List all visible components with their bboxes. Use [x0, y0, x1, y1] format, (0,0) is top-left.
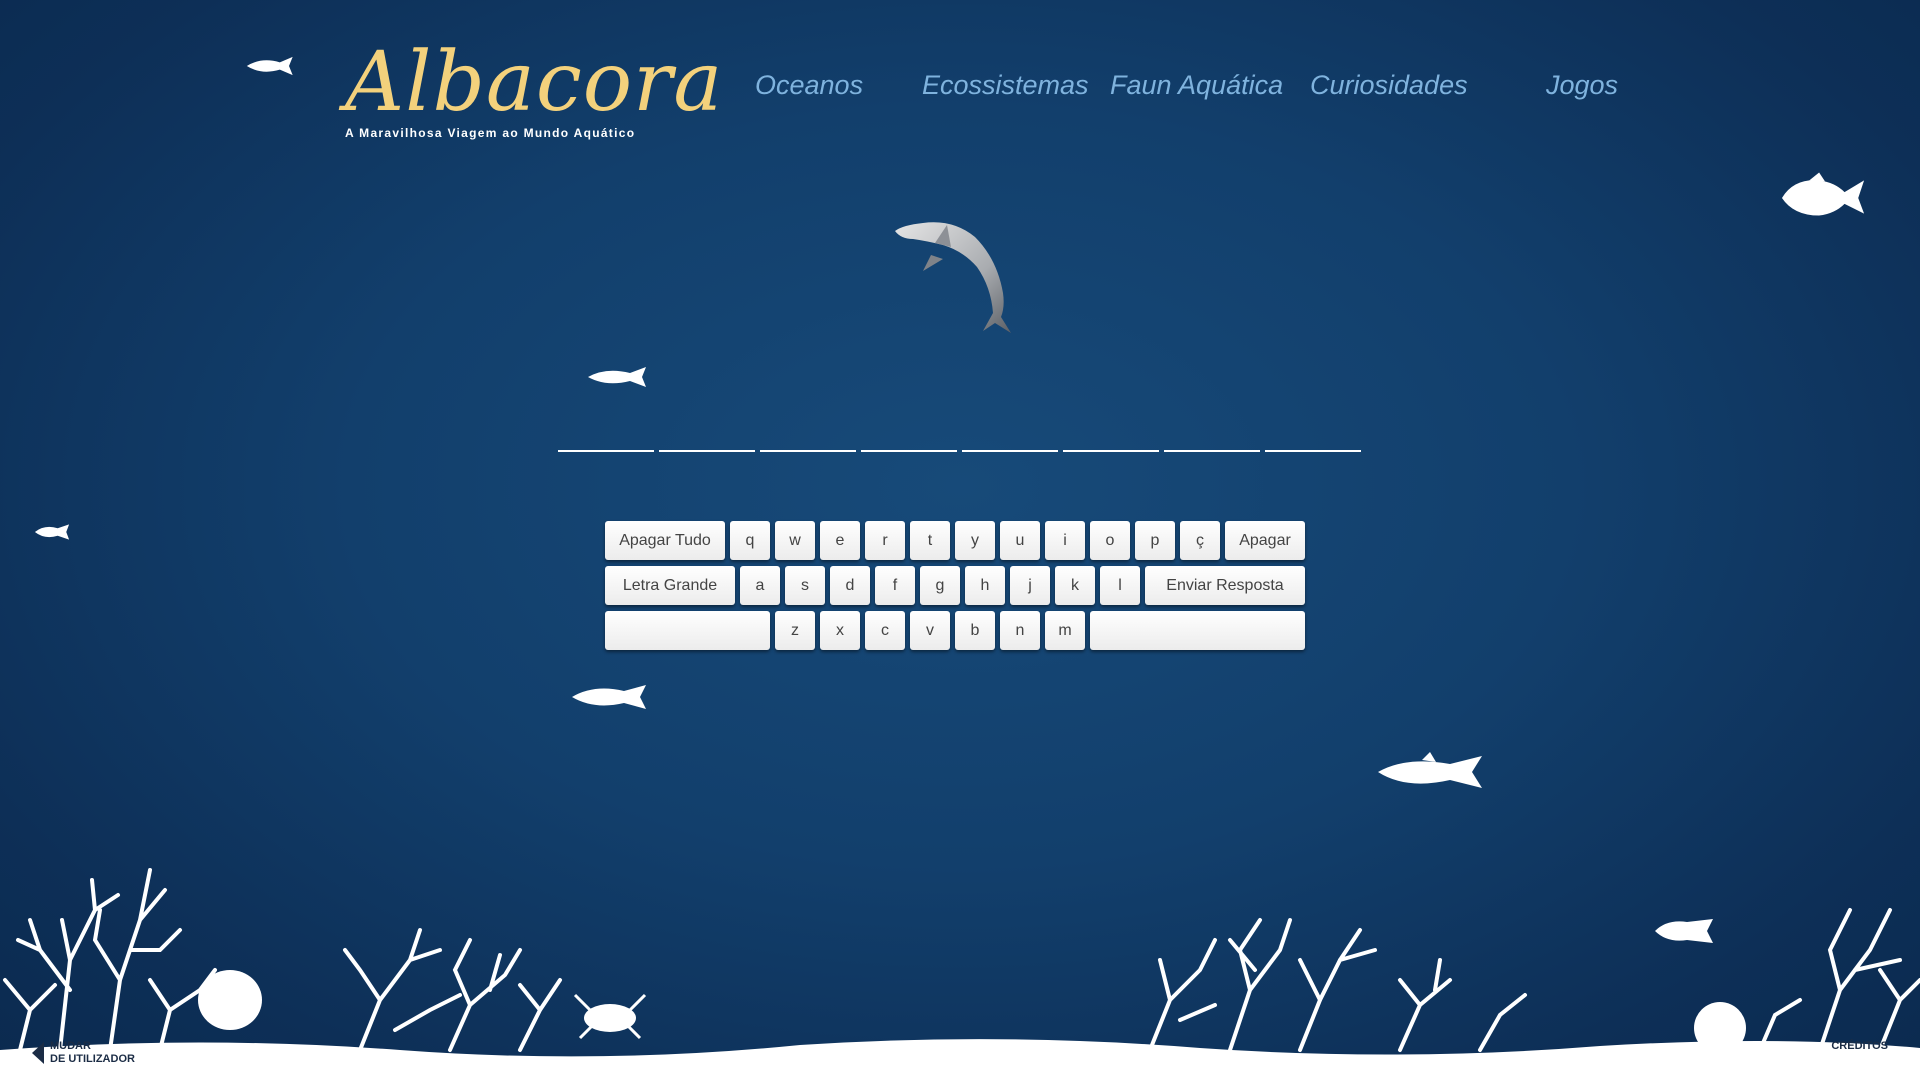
key-f[interactable]: f — [875, 566, 915, 605]
key-z[interactable]: z — [775, 611, 815, 650]
nav-item-jogos[interactable]: Jogos — [1546, 70, 1618, 101]
key-i[interactable]: i — [1045, 521, 1085, 560]
change-user-line2: DE UTILIZADOR — [50, 1053, 135, 1065]
key-u[interactable]: u — [1000, 521, 1040, 560]
key-q[interactable]: q — [730, 521, 770, 560]
key-k[interactable]: k — [1055, 566, 1095, 605]
key-e[interactable]: e — [820, 521, 860, 560]
key-g[interactable]: g — [920, 566, 960, 605]
key-l[interactable]: l — [1100, 566, 1140, 605]
on-screen-keyboard: Apagar Tudo q w e r t y u i o p ç Apagar… — [605, 521, 1305, 656]
key-t[interactable]: t — [910, 521, 950, 560]
letter-slot — [659, 450, 755, 452]
fish-icon — [572, 685, 646, 709]
nav-item-oceanos[interactable]: Oceanos — [755, 70, 863, 101]
dolphin-icon — [895, 222, 1011, 333]
nav-item-ecossistemas[interactable]: Ecossistemas — [922, 70, 1089, 101]
key-w[interactable]: w — [775, 521, 815, 560]
key-c-cedilla[interactable]: ç — [1180, 521, 1220, 560]
letter-slot — [558, 450, 654, 452]
delete-all-key[interactable]: Apagar Tudo — [605, 521, 725, 560]
key-a[interactable]: a — [740, 566, 780, 605]
change-user-label: MUDAR DE UTILIZADOR — [50, 1040, 135, 1066]
key-b[interactable]: b — [955, 611, 995, 650]
key-s[interactable]: s — [785, 566, 825, 605]
nav-item-fauna-aquatica[interactable]: Faun Aquática — [1110, 70, 1283, 101]
key-r[interactable]: r — [865, 521, 905, 560]
nav-item-curiosidades[interactable]: Curiosidades — [1310, 70, 1468, 101]
keyboard-row-3: z x c v b n m — [605, 611, 1305, 651]
key-m[interactable]: m — [1045, 611, 1085, 650]
key-y[interactable]: y — [955, 521, 995, 560]
fish-icon — [1781, 172, 1865, 216]
credits-link[interactable]: CRÉDITOS — [1831, 1040, 1888, 1052]
change-user-button[interactable]: MUDAR DE UTILIZADOR — [32, 1040, 135, 1066]
letter-slot — [962, 450, 1058, 452]
backspace-key[interactable]: Apagar — [1225, 521, 1305, 560]
shift-key[interactable]: Letra Grande — [605, 566, 735, 605]
seafloor-coral-illustration — [0, 868, 1920, 1080]
key-c[interactable]: c — [865, 611, 905, 650]
change-user-line1: MUDAR — [50, 1040, 91, 1052]
key-o[interactable]: o — [1090, 521, 1130, 560]
letter-slot — [1265, 450, 1361, 452]
logo-subtitle: A Maravilhosa Viagem ao Mundo Aquático — [345, 126, 636, 140]
key-d[interactable]: d — [830, 566, 870, 605]
letter-slot — [760, 450, 856, 452]
letter-slot — [1063, 450, 1159, 452]
key-v[interactable]: v — [910, 611, 950, 650]
submit-answer-key[interactable]: Enviar Resposta — [1145, 566, 1305, 605]
blank-key-right[interactable] — [1090, 611, 1305, 650]
fish-icon — [246, 56, 293, 76]
arrow-left-icon — [32, 1042, 44, 1064]
fish-icon — [34, 524, 70, 540]
key-n[interactable]: n — [1000, 611, 1040, 650]
blank-key-left[interactable] — [605, 611, 770, 650]
keyboard-row-2: Letra Grande a s d f g h j k l Enviar Re… — [605, 566, 1305, 606]
fish-icon — [588, 367, 646, 387]
key-j[interactable]: j — [1010, 566, 1050, 605]
fish-icon — [1378, 752, 1482, 788]
key-x[interactable]: x — [820, 611, 860, 650]
answer-slots — [558, 450, 1361, 452]
key-h[interactable]: h — [965, 566, 1005, 605]
keyboard-row-1: Apagar Tudo q w e r t y u i o p ç Apagar — [605, 521, 1305, 561]
letter-slot — [1164, 450, 1260, 452]
key-p[interactable]: p — [1135, 521, 1175, 560]
game-scene: Albacora A Maravilhosa Viagem ao Mundo A… — [0, 0, 1920, 1080]
letter-slot — [861, 450, 957, 452]
